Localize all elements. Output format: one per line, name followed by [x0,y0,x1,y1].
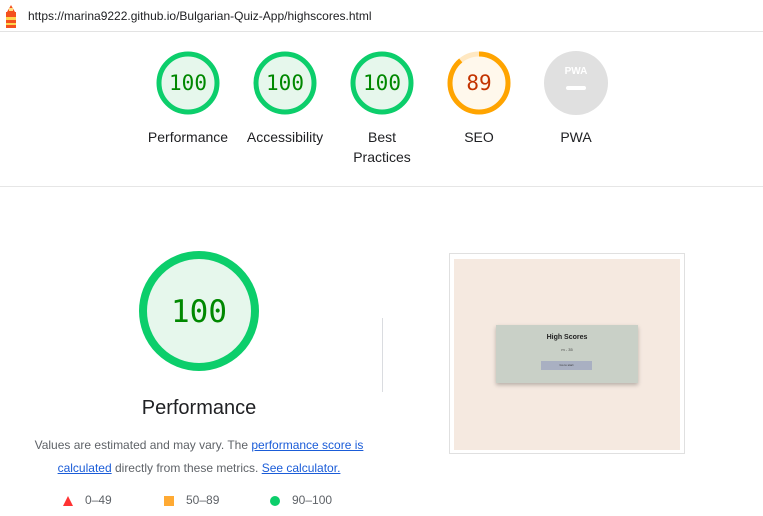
description-text-1: Values are estimated and may vary. The [34,438,252,452]
lighthouse-logo-icon [6,5,16,28]
url-bar: https://marina9222.github.io/Bulgarian-Q… [0,0,763,32]
score-gauges: 100 Performance 100 Accessibility 100 Be… [0,49,763,189]
screenshot-card: High Scores m - 35 Go to start [496,325,638,383]
legend-average-range: 50–89 [186,493,220,507]
screenshot-button: Go to start [541,361,592,370]
gauge-best-practices[interactable]: 100 Best Practices [336,49,428,167]
gauge-performance-label: Performance [147,129,229,145]
gauge-pwa-label: PWA [560,129,592,145]
screenshot-page: High Scores m - 35 Go to start [454,259,680,450]
legend-average: 50–89 [164,491,219,509]
screenshot-title: High Scores [546,334,588,341]
gauge-accessibility[interactable]: 100 Accessibility [239,49,331,147]
gauge-pwa[interactable]: PWA PWA [530,49,622,147]
gauge-seo-score: 89 [466,71,491,95]
gauge-accessibility-score: 100 [266,71,304,95]
pwa-badge-text: PWA [565,66,588,77]
legend-fail-range: 0–49 [85,493,112,507]
final-screenshot[interactable]: High Scores m - 35 Go to start [449,253,685,454]
legend-pass: 90–100 [270,491,332,509]
gauge-best-practices-label: Best Practices [353,129,411,165]
vertical-divider [382,318,383,392]
legend-fail: 0–49 [63,491,112,509]
description-text-2: directly from these metrics. [111,461,262,475]
legend-pass-range: 90–100 [292,493,333,507]
triangle-icon [63,495,73,506]
gauge-accessibility-ring: 100 [253,51,317,115]
gauge-best-practices-score: 100 [363,71,401,95]
gauge-best-practices-ring: 100 [350,51,414,115]
gauge-performance[interactable]: 100 Performance [142,49,234,147]
see-calculator-link[interactable]: See calculator. [262,461,341,475]
pwa-badge-icon: PWA [544,51,608,115]
gauge-performance-ring: 100 [156,51,220,115]
performance-main-score: 100 [171,294,227,330]
gauge-seo[interactable]: 89 SEO [433,49,525,147]
performance-title: Performance [141,397,257,419]
gauge-seo-label: SEO [464,129,494,145]
page-url[interactable]: https://marina9222.github.io/Bulgarian-Q… [28,9,372,23]
gauge-seo-ring: 89 [447,51,511,115]
square-icon [164,495,174,506]
performance-main-gauge: 100 [139,251,259,371]
performance-description: Values are estimated and may vary. The p… [30,434,368,480]
gauge-performance-score: 100 [169,71,207,95]
section-divider [0,186,763,187]
score-legend: 0–49 50–89 90–100 [0,491,400,509]
gauge-accessibility-label: Accessibility [246,129,324,145]
screenshot-subtitle: m - 35 [561,347,573,352]
circle-icon [270,495,280,506]
